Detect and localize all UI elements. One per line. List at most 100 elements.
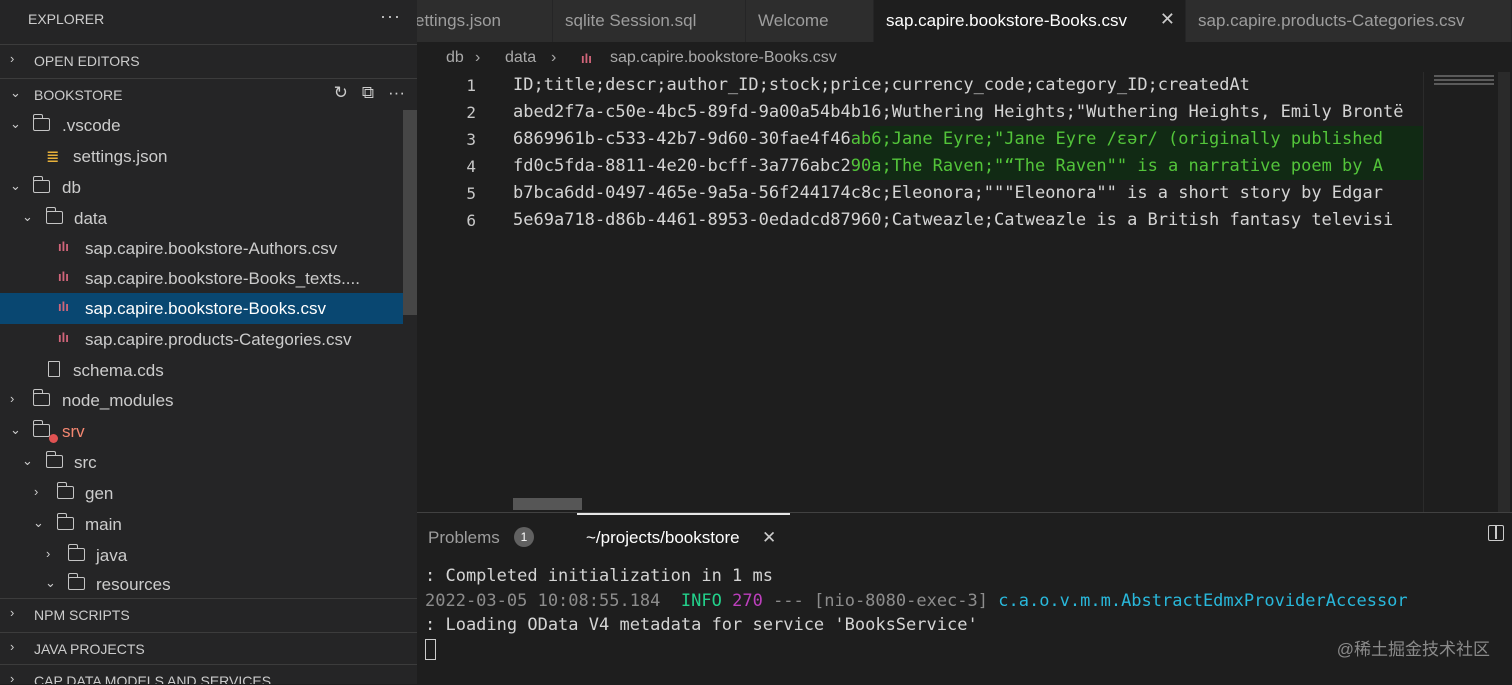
terminal-cursor[interactable] (425, 639, 436, 660)
log-logger: c.a.o.v.m.m.AbstractEdmxProviderAccessor (998, 591, 1408, 611)
folder-icon (32, 176, 51, 196)
log-pid: 270 (732, 591, 763, 611)
section-label: OPEN EDITORS (34, 53, 140, 69)
tree-item-label: resources (96, 575, 171, 594)
explorer-header: EXPLORER ··· (0, 0, 417, 38)
tree-item-label: sap.capire.products-Categories.csv (85, 330, 352, 349)
tree-item-schema-cds[interactable]: schema.cds (0, 355, 403, 386)
tree-item-resources[interactable]: ⌄ resources (0, 569, 403, 600)
tree-item-categories-csv[interactable]: ılı sap.capire.products-Categories.csv (0, 324, 403, 355)
tab-label: Welcome (758, 11, 829, 30)
tree-item-label: srv (62, 422, 85, 441)
chevron-right-icon: › (10, 51, 15, 66)
close-icon[interactable]: ✕ (1160, 9, 1175, 30)
split-panel-icon[interactable] (1488, 525, 1504, 541)
tree-item-data[interactable]: ⌄ data (0, 203, 403, 234)
tree-item-label: sap.capire.bookstore-Authors.csv (85, 239, 338, 258)
collapse-all-icon[interactable]: ⧉ (362, 83, 374, 103)
chevron-right-icon: › (10, 391, 15, 406)
tree-item-label: data (74, 209, 108, 228)
chevron-down-icon: ⌄ (33, 515, 44, 530)
tab-problems[interactable]: Problems (428, 528, 500, 548)
chevron-right-icon: › (10, 605, 15, 620)
tree-item-label: settings.json (73, 147, 168, 166)
editor-horizontal-scrollbar[interactable] (513, 498, 582, 510)
section-bookstore[interactable]: ⌄ BOOKSTORE ↻ ⧉ ··· (0, 78, 417, 109)
tab-sqlite-session[interactable]: sqlite Session.sql (553, 0, 746, 42)
tab-categories-csv[interactable]: sap.capire.products-Categories.csv (1186, 0, 1512, 42)
tree-item-label: gen (85, 484, 114, 503)
tab-books-csv[interactable]: sap.capire.bookstore-Books.csv ✕ (874, 0, 1186, 42)
folder-icon (56, 513, 75, 533)
code-editor[interactable]: 1 ID;title;descr;author_ID;stock;price;c… (417, 72, 1512, 512)
watermark: @稀土掘金技术社区 (1336, 640, 1490, 659)
tree-item-label: .vscode (62, 116, 121, 135)
minimap[interactable] (1423, 72, 1499, 512)
log-level: INFO (680, 591, 722, 611)
section-label: NPM SCRIPTS (34, 607, 130, 623)
breadcrumb-data[interactable]: data (505, 49, 536, 67)
active-tab-indicator (577, 513, 790, 515)
tab-label: sap.capire.products-Categories.csv (1198, 11, 1465, 30)
tree-item-node-modules[interactable]: › node_modules (0, 385, 403, 416)
chevron-down-icon: ⌄ (10, 116, 21, 131)
tab-settings-json[interactable]: ettings.json (417, 0, 553, 42)
section-java-projects[interactable]: › JAVA PROJECTS (0, 632, 417, 663)
folder-icon (67, 544, 86, 564)
log-timestamp: 2022-03-05 10:08:55.184 (425, 591, 661, 611)
editor-line: 4 fd0c5fda-8811-4e20-bcff-3a776abc290a;T… (417, 153, 1423, 180)
section-npm-scripts[interactable]: › NPM SCRIPTS (0, 598, 417, 629)
line-text-plain: 6869961b-c533-42b7-9d60-30fae4f46 (513, 129, 851, 149)
chevron-down-icon: ⌄ (22, 453, 33, 468)
chevron-down-icon: ⌄ (10, 178, 21, 193)
chevron-down-icon: ⌄ (10, 85, 21, 100)
tree-item-label: main (85, 515, 122, 534)
tree-item-main[interactable]: ⌄ main (0, 509, 403, 540)
tree-item-db[interactable]: ⌄ db (0, 172, 403, 203)
more-actions-icon[interactable]: ··· (388, 83, 405, 103)
section-cap-data-models[interactable]: › CAP DATA MODELS AND SERVICES (0, 664, 417, 684)
line-number: 2 (466, 103, 476, 122)
tree-item-gen[interactable]: › gen (0, 478, 403, 509)
breadcrumb-db[interactable]: db (446, 49, 464, 67)
tree-item-java[interactable]: › java (0, 540, 403, 571)
line-number: 5 (466, 184, 476, 203)
line-text: b7bca6dd-0497-465e-9a5a-56f244174c8c;Ele… (513, 183, 1383, 203)
folder-error-icon (32, 420, 58, 443)
tree-item-authors-csv[interactable]: ılı sap.capire.bookstore-Authors.csv (0, 233, 403, 264)
tab-label: ettings.json (417, 11, 501, 30)
breadcrumb-file[interactable]: sap.capire.bookstore-Books.csv (610, 49, 837, 67)
terminal-line: : Completed initialization in 1 ms (425, 566, 773, 586)
terminal-line: : Loading OData V4 metadata for service … (425, 615, 978, 635)
log-thread: --- [nio-8080-exec-3] (773, 591, 988, 611)
section-label: CAP DATA MODELS AND SERVICES (34, 673, 272, 684)
line-number: 1 (466, 76, 476, 95)
close-icon[interactable]: ✕ (762, 528, 776, 548)
sidebar-scrollbar[interactable] (403, 110, 417, 315)
tree-item-books-csv[interactable]: ılı sap.capire.bookstore-Books.csv (0, 293, 403, 324)
chevron-right-icon: › (551, 49, 557, 66)
minimap-line (1434, 83, 1494, 85)
csv-icon: ılı (58, 269, 69, 284)
tab-terminal[interactable]: ~/projects/bookstore (586, 528, 740, 548)
more-actions-icon[interactable]: ··· (380, 6, 401, 27)
editor-line: 2 abed2f7a-c50e-4bc5-89fd-9a00a54b4b16;W… (417, 99, 1423, 126)
tree-item-books-texts-csv[interactable]: ılı sap.capire.bookstore-Books_texts.... (0, 263, 403, 294)
tab-welcome[interactable]: Welcome (746, 0, 874, 42)
editor-scrollbar[interactable] (1498, 72, 1510, 512)
line-text: fd0c5fda-8811-4e20-bcff-3a776abc290a;The… (513, 156, 1423, 176)
section-open-editors[interactable]: › OPEN EDITORS (0, 44, 417, 75)
tree-item-vscode[interactable]: ⌄ .vscode (0, 110, 403, 141)
tree-item-src[interactable]: ⌄ src (0, 447, 403, 478)
csv-icon: ılı (58, 299, 69, 314)
tree-item-label: java (96, 546, 128, 565)
folder-icon (56, 482, 75, 502)
tree-item-settings-json[interactable]: ≣ settings.json (0, 141, 403, 172)
folder-icon (45, 207, 64, 227)
tree-item-srv[interactable]: ⌄ srv (0, 416, 403, 447)
editor-line: 6 5e69a718-d86b-4461-8953-0edadcd87960;C… (417, 207, 1423, 234)
refresh-icon[interactable]: ↻ (334, 83, 348, 103)
line-text-highlight: 90a;The Raven;"“The Raven"" is a narrati… (850, 156, 1383, 176)
line-text: abed2f7a-c50e-4bc5-89fd-9a00a54b4b16;Wut… (513, 102, 1404, 122)
csv-icon: ılı (58, 239, 69, 254)
